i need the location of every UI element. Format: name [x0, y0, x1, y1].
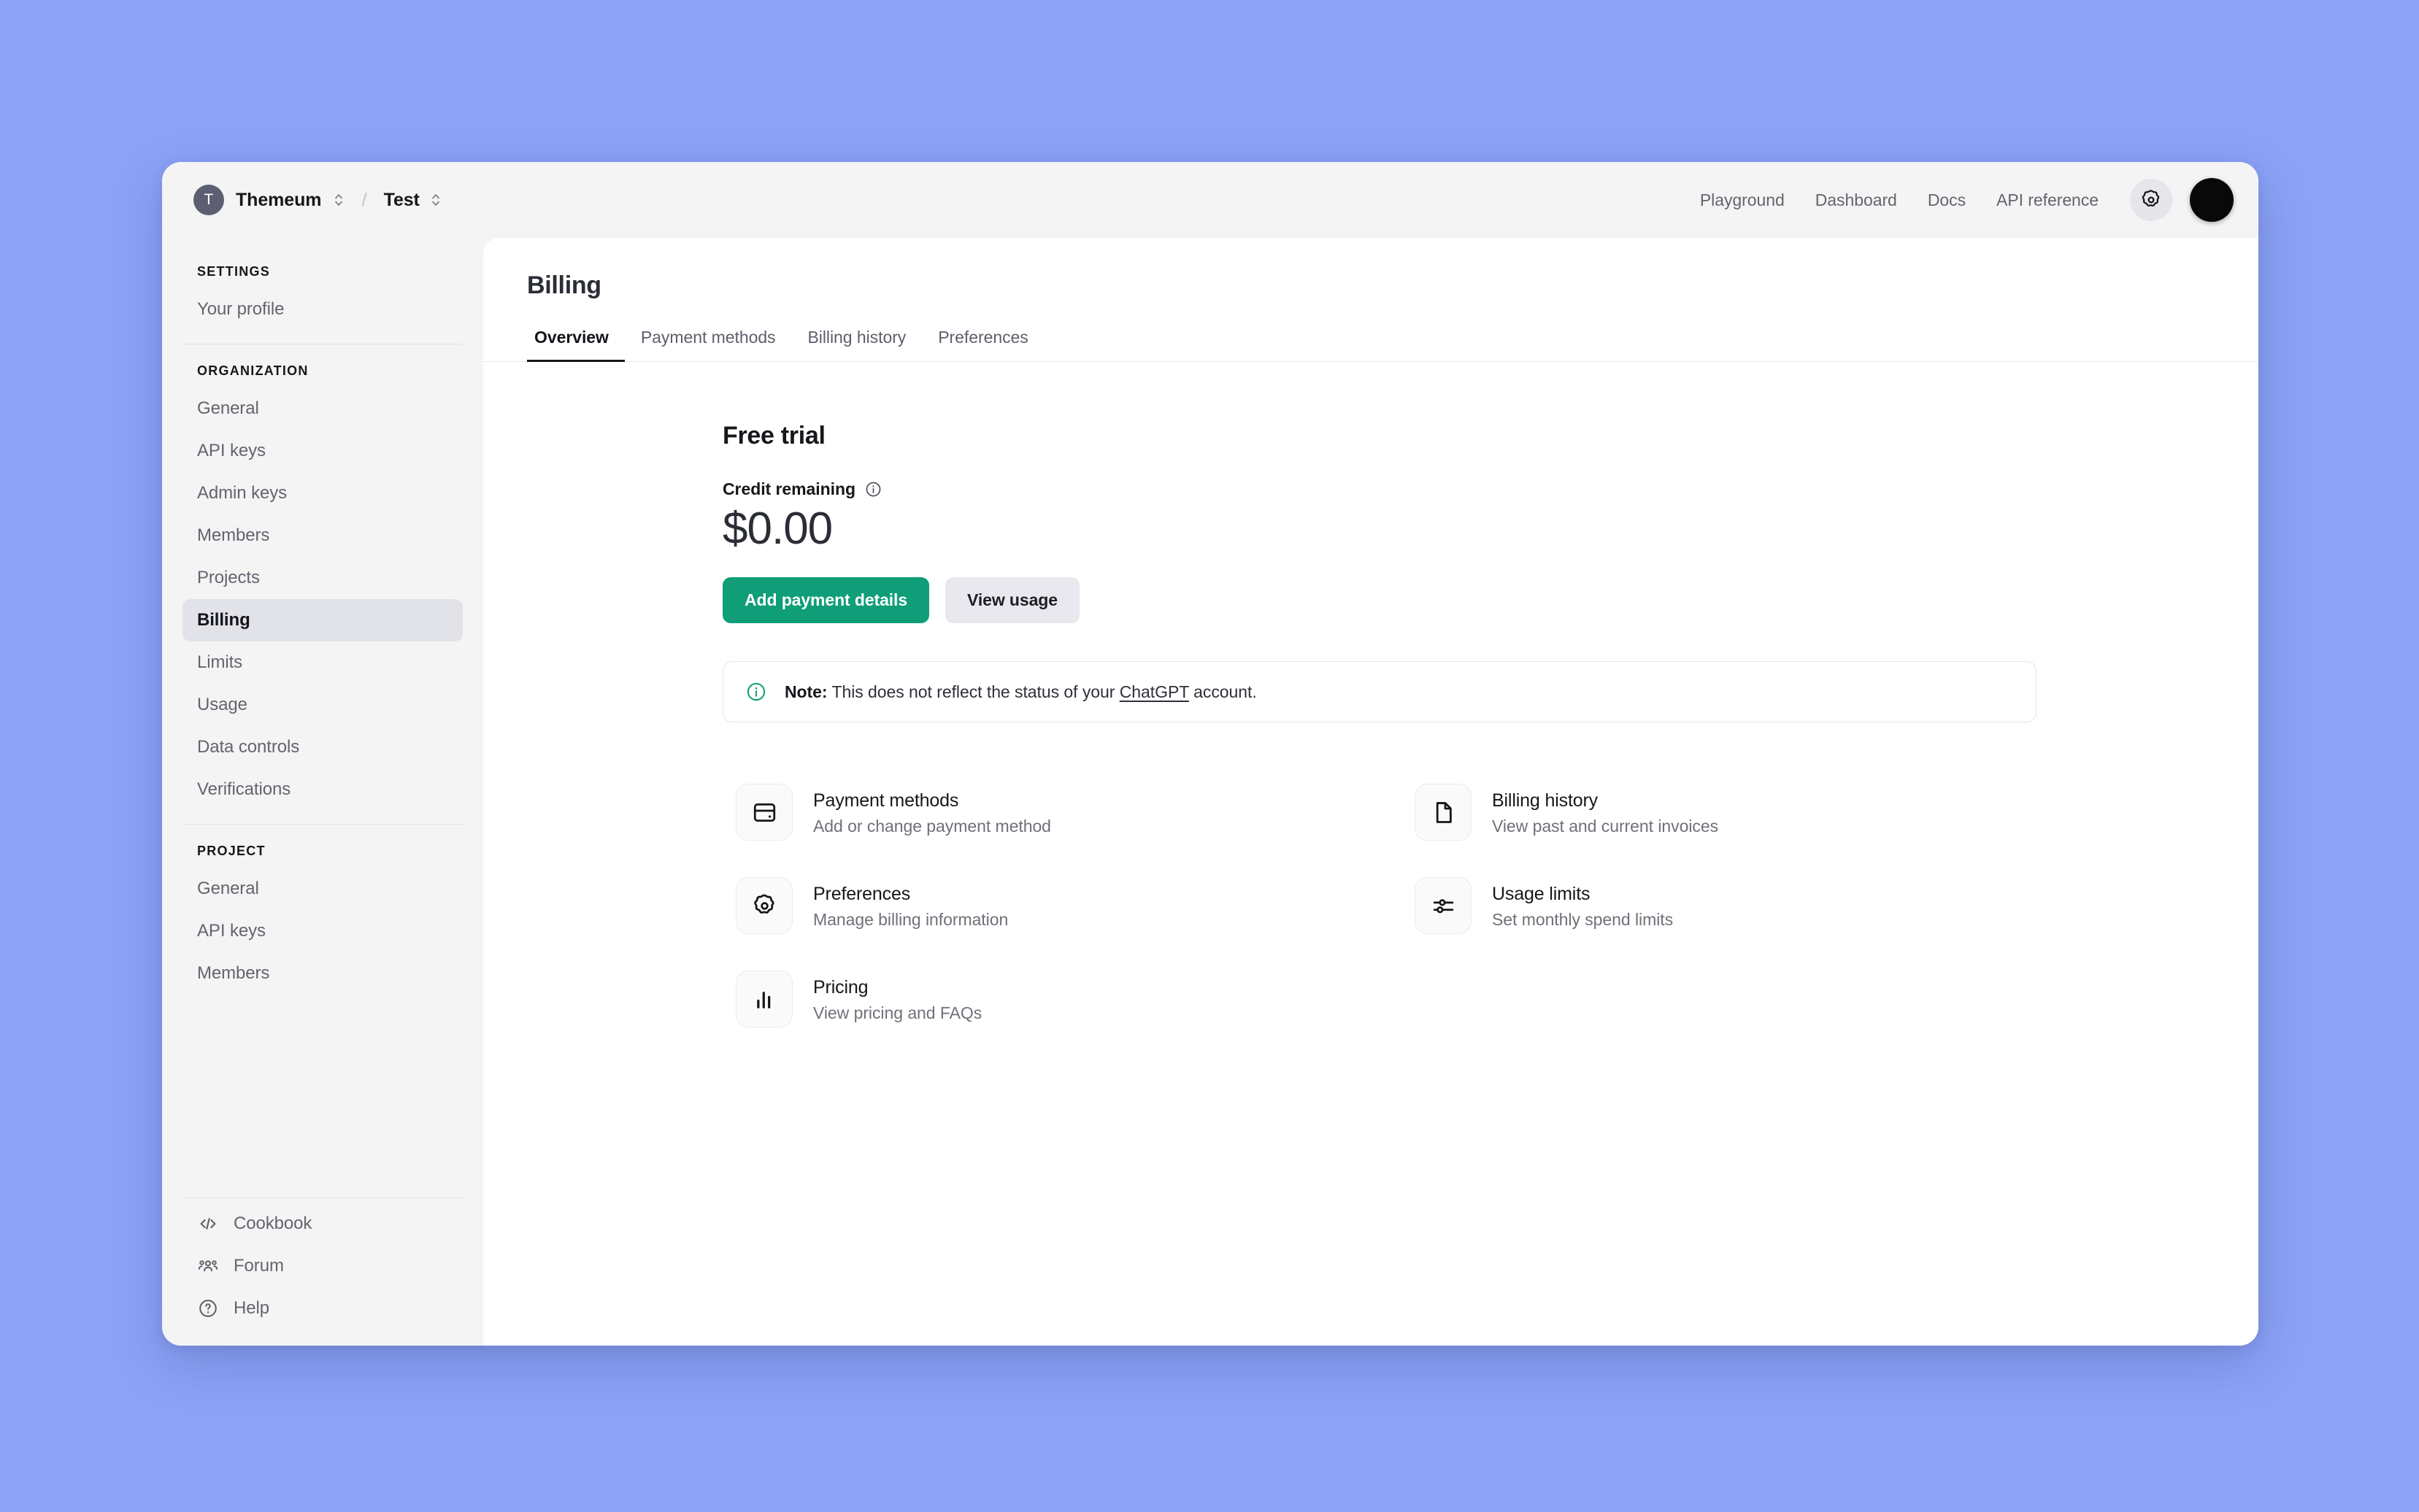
nav-link-playground[interactable]: Playground [1685, 183, 1800, 217]
project-name: Test [383, 189, 420, 210]
tile-pricing[interactable]: Pricing View pricing and FAQs [723, 960, 1277, 1038]
sidebar-item-members-org[interactable]: Members [182, 514, 463, 557]
tile-title: Billing history [1492, 790, 1599, 811]
window-body: SETTINGS Your profile ORGANIZATION Gener… [162, 238, 2258, 1346]
tile-billing-history[interactable]: Billing history View past and current in… [1401, 774, 1956, 851]
action-button-row: Add payment details View usage [723, 577, 2037, 624]
quick-links-grid: Payment methods Add or change payment me… [723, 774, 2037, 1038]
note-bold-prefix: Note: [785, 682, 828, 701]
sidebar-item-label: Help [234, 1298, 269, 1318]
gear-icon [2142, 190, 2160, 207]
tile-title: Usage limits [1492, 883, 1591, 904]
sidebar-item-api-keys-org[interactable]: API keys [182, 430, 463, 472]
sliders-icon [1415, 877, 1472, 935]
sidebar-item-label: Forum [234, 1256, 284, 1276]
add-payment-details-button[interactable]: Add payment details [723, 577, 930, 624]
chatgpt-link[interactable]: ChatGPT [1120, 682, 1189, 701]
sidebar-item-usage[interactable]: Usage [182, 684, 463, 726]
sidebar-item-admin-keys[interactable]: Admin keys [182, 472, 463, 514]
people-group-icon [197, 1255, 219, 1277]
sidebar-item-billing[interactable]: Billing [182, 599, 463, 641]
tile-title: Preferences [813, 883, 911, 904]
sidebar-divider [182, 1197, 463, 1198]
info-circle-icon [747, 683, 766, 701]
nav-link-api-reference[interactable]: API reference [1981, 183, 2114, 217]
tile-payment-methods[interactable]: Payment methods Add or change payment me… [723, 774, 1277, 851]
note-text-before: This does not reflect the status of your [827, 682, 1120, 701]
org-avatar: T [193, 185, 224, 215]
question-circle-icon [197, 1297, 219, 1319]
note-text-after: account. [1188, 682, 1257, 701]
app-window: T Themeum / Test Playground Dashboard Do… [162, 162, 2258, 1346]
code-brackets-icon [197, 1213, 219, 1235]
tile-subtitle: View pricing and FAQs [813, 1003, 982, 1022]
top-navigation: Playground Dashboard Docs API reference [1685, 178, 2234, 222]
org-name: Themeum [236, 189, 322, 210]
content-body: Free trial Credit remaining $0.00 Add pa… [483, 362, 2258, 1346]
sidebar-item-data-controls[interactable]: Data controls [182, 726, 463, 768]
bar-chart-icon [736, 971, 793, 1028]
note-banner: Note: This does not reflect the status o… [723, 661, 2037, 723]
tile-subtitle: Manage billing information [813, 909, 1009, 929]
tab-overview[interactable]: Overview [527, 328, 625, 362]
sidebar-item-limits[interactable]: Limits [182, 641, 463, 684]
sidebar-item-your-profile[interactable]: Your profile [182, 288, 463, 331]
sidebar-divider [182, 824, 463, 825]
top-bar: T Themeum / Test Playground Dashboard Do… [162, 162, 2258, 238]
info-circle-icon[interactable] [864, 480, 882, 498]
sidebar-item-api-keys-project[interactable]: API keys [182, 910, 463, 952]
tile-subtitle: View past and current invoices [1492, 816, 1719, 836]
sidebar-item-help[interactable]: Help [182, 1287, 463, 1330]
chevron-up-down-icon [431, 194, 439, 206]
sidebar-footer: Cookbook Forum Help [182, 1184, 463, 1346]
sidebar-item-forum[interactable]: Forum [182, 1245, 463, 1287]
sidebar-item-general-org[interactable]: General [182, 387, 463, 430]
sidebar-item-cookbook[interactable]: Cookbook [182, 1203, 463, 1245]
view-usage-button[interactable]: View usage [945, 577, 1080, 624]
note-text: Note: This does not reflect the status o… [785, 682, 1257, 702]
tab-billing-history[interactable]: Billing history [792, 328, 923, 362]
credit-card-icon [736, 784, 793, 841]
sidebar-item-verifications[interactable]: Verifications [182, 768, 463, 811]
document-icon [1415, 784, 1472, 841]
tile-subtitle: Add or change payment method [813, 816, 1051, 836]
tile-title: Payment methods [813, 790, 959, 811]
tile-subtitle: Set monthly spend limits [1492, 909, 1674, 929]
gear-icon [736, 877, 793, 935]
sidebar-group-label-settings: SETTINGS [197, 264, 271, 279]
content-header: Billing Overview Payment methods Billing… [483, 238, 2258, 362]
settings-button[interactable] [2130, 179, 2172, 221]
sidebar-group-label-project: PROJECT [197, 844, 266, 858]
project-switcher[interactable]: Test [376, 185, 450, 216]
tab-bar: Overview Payment methods Billing history… [527, 328, 2215, 362]
org-switcher[interactable]: T Themeum [187, 180, 353, 220]
nav-link-dashboard[interactable]: Dashboard [1800, 183, 1912, 217]
nav-link-docs[interactable]: Docs [1912, 183, 1981, 217]
tab-preferences[interactable]: Preferences [922, 328, 1044, 362]
tab-payment-methods[interactable]: Payment methods [625, 328, 792, 362]
sidebar-item-projects[interactable]: Projects [182, 557, 463, 599]
breadcrumb-separator: / [361, 188, 367, 211]
tile-title: Pricing [813, 976, 869, 998]
sidebar-item-general-project[interactable]: General [182, 868, 463, 910]
tile-usage-limits[interactable]: Usage limits Set monthly spend limits [1401, 867, 1956, 944]
sidebar: SETTINGS Your profile ORGANIZATION Gener… [162, 238, 483, 1346]
chevron-up-down-icon [335, 194, 343, 206]
sidebar-item-members-project[interactable]: Members [182, 952, 463, 995]
breadcrumb: T Themeum / Test [187, 180, 450, 220]
plan-title: Free trial [723, 422, 826, 450]
credit-amount: $0.00 [723, 504, 833, 554]
user-avatar[interactable] [2190, 178, 2234, 222]
content-panel: Billing Overview Payment methods Billing… [483, 238, 2258, 1346]
credit-remaining-label: Credit remaining [723, 479, 855, 498]
sidebar-group-label-organization: ORGANIZATION [197, 363, 309, 378]
tile-preferences[interactable]: Preferences Manage billing information [723, 867, 1277, 944]
credit-remaining-row: Credit remaining [723, 479, 2037, 499]
page-title: Billing [527, 271, 601, 299]
sidebar-item-label: Cookbook [234, 1214, 312, 1233]
